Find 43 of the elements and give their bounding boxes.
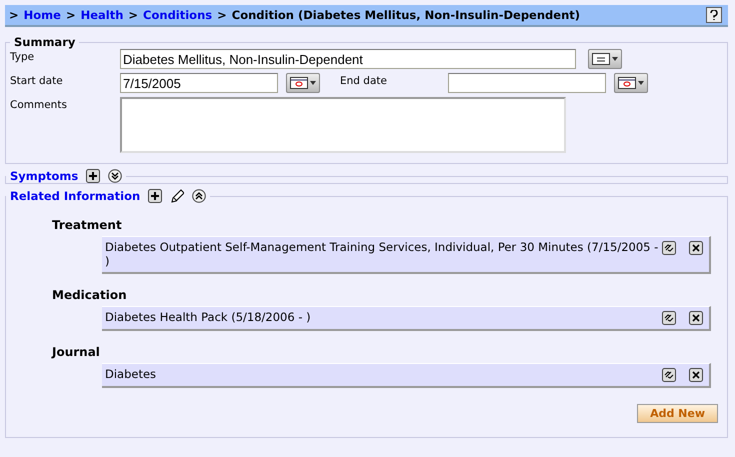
group-title: Treatment (52, 218, 123, 232)
help-icon[interactable] (706, 7, 722, 23)
calendar-button[interactable] (614, 73, 648, 93)
delete-icon[interactable] (689, 311, 703, 325)
expand-icon[interactable] (108, 169, 122, 183)
end-date-field[interactable] (448, 73, 606, 93)
section-title[interactable]: Related Information (10, 189, 140, 203)
field-label: End date (340, 74, 388, 87)
calendar-icon (618, 77, 644, 89)
field-label: Type (10, 50, 36, 63)
breadcrumb-separator: > (9, 8, 19, 22)
link-icon[interactable] (662, 241, 676, 255)
item-text: Diabetes (105, 367, 158, 381)
group-title: Medication (52, 288, 128, 302)
item-text: Diabetes Outpatient Self-Management Training Services, Individual, Per 30 Minutes (7/15/2005 - ) (105, 240, 660, 268)
add-icon[interactable] (148, 189, 162, 203)
field-label: Comments (10, 98, 68, 111)
breadcrumb-link[interactable]: Home (24, 8, 61, 22)
list-icon (592, 53, 618, 65)
calendar-button[interactable] (286, 73, 320, 93)
page-title: Condition (Diabetes Mellitus, Non-Insulin-Dependent) (232, 8, 580, 22)
type-field[interactable]: Diabetes Mellitus, Non-Insulin-Dependent (120, 49, 576, 69)
add-icon[interactable] (86, 169, 100, 183)
breadcrumb-separator: > (128, 8, 138, 22)
field-label: Start date (10, 74, 64, 87)
breadcrumb-link[interactable]: Health (80, 8, 124, 22)
delete-icon[interactable] (689, 241, 703, 255)
section-title: Summary (14, 35, 76, 49)
breadcrumb-separator: > (217, 8, 227, 22)
delete-icon[interactable] (689, 368, 703, 382)
group-title: Journal (52, 345, 101, 359)
start-date-field[interactable]: 7/15/2005 (120, 73, 278, 93)
link-icon[interactable] (662, 311, 676, 325)
comments-field[interactable] (120, 97, 566, 153)
breadcrumb-link[interactable]: Conditions (143, 8, 212, 22)
link-icon[interactable] (662, 368, 676, 382)
pencil-icon[interactable] (170, 188, 184, 204)
collapse-icon[interactable] (192, 189, 206, 203)
list-picker-button[interactable] (588, 49, 622, 69)
breadcrumb-separator: > (66, 8, 76, 22)
item-text: Diabetes Health Pack (5/18/2006 - ) (105, 310, 312, 324)
section-title[interactable]: Symptoms (10, 169, 78, 183)
calendar-icon (290, 77, 316, 89)
